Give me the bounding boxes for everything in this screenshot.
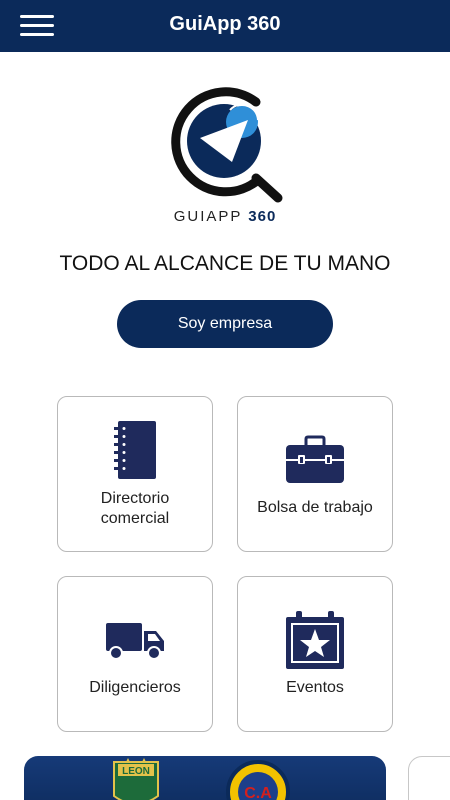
tagline: TODO AL ALCANCE DE TU MANO — [59, 252, 391, 275]
truck-icon — [106, 623, 164, 660]
logo-wordmark: GUIAPP 360 — [0, 208, 450, 225]
guiapp-logo — [171, 87, 283, 203]
america-crest-text: C.A — [244, 785, 272, 800]
logo-wordmark-number: 360 — [248, 208, 277, 225]
app-title: GuiApp 360 — [169, 13, 281, 35]
briefcase-icon — [286, 435, 344, 483]
tile-label-line2: comercial — [100, 510, 170, 527]
app-header: GuiApp 360 — [0, 0, 450, 52]
tile-label-line1: Directorio — [100, 490, 170, 507]
leon-crest-icon: LEON — [113, 758, 159, 800]
match-banner-card[interactable]: LEON C.A — [24, 756, 386, 800]
notebook-icon — [114, 421, 156, 479]
logo-wordmark-text: GUIAPP — [173, 208, 243, 225]
tile-label: Diligencieros — [89, 679, 181, 696]
next-banner-card[interactable] — [408, 756, 450, 800]
calendar-star-icon — [286, 611, 344, 669]
leon-crest-text: LEON — [122, 766, 150, 777]
tile-label: Bolsa de trabajo — [257, 499, 373, 516]
tile-eventos[interactable]: Eventos — [237, 576, 393, 732]
america-crest-icon: C.A — [226, 760, 290, 800]
tile-label: Eventos — [286, 679, 344, 696]
tile-directorio-comercial[interactable]: Directorio comercial — [57, 396, 213, 552]
tile-bolsa-de-trabajo[interactable]: Bolsa de trabajo — [237, 396, 393, 552]
match-banner-graphic: LEON C.A — [113, 758, 290, 800]
tile-diligencieros[interactable]: Diligencieros — [57, 576, 213, 732]
tile-label: Directorio comercial — [64, 489, 206, 529]
soy-empresa-button[interactable]: Soy empresa — [117, 300, 333, 348]
